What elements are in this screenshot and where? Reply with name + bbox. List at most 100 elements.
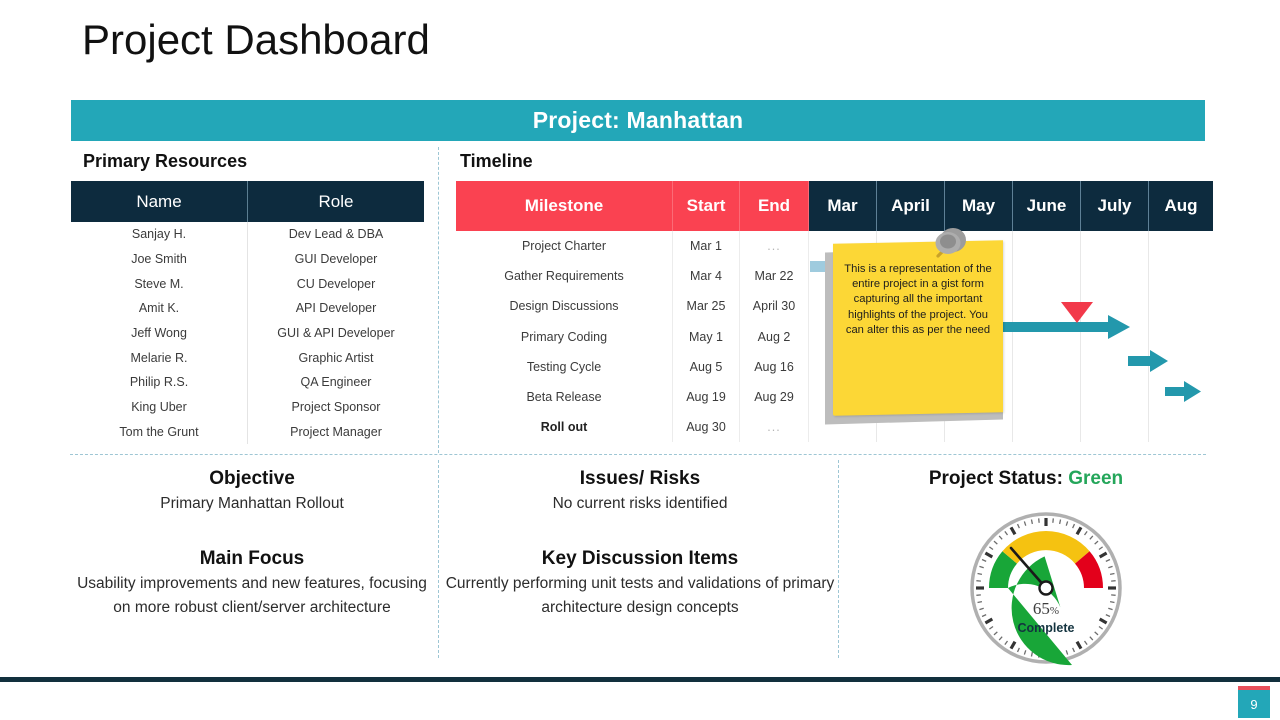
gantt-cell-aug	[1149, 261, 1214, 291]
resource-name-cell: Amit K.	[71, 296, 248, 321]
timeline-header-row: Milestone Start End Mar April May June J…	[456, 181, 1213, 231]
start-date-cell: Mar 4	[672, 261, 740, 292]
gantt-cell-aug	[1149, 231, 1214, 261]
project-banner: Project: Manhattan	[71, 100, 1205, 141]
resource-name-cell: Joe Smith	[71, 246, 248, 272]
end-date-cell: Mar 22	[739, 261, 809, 292]
primary-resources-heading: Primary Resources	[83, 151, 248, 171]
column-header-end[interactable]: End	[739, 181, 809, 231]
column-header-month-july[interactable]: July	[1080, 181, 1149, 231]
issues-panel: Issues/ Risks No current risks identifie…	[444, 466, 836, 620]
resource-role-cell: API Developer	[295, 301, 377, 316]
resource-name-cell: Tom the Grunt	[71, 419, 248, 445]
primary-resources-body: Sanjay H. Dev Lead & DBA Joe Smith GUI Deve…	[71, 222, 424, 445]
gantt-cell-july	[1080, 231, 1149, 262]
completion-gauge: 65% Complete	[963, 511, 1129, 666]
gauge-percent-value: 65%	[963, 599, 1129, 619]
resource-role-cell: Graphic Artist	[298, 350, 374, 365]
main-focus-title: Main Focus	[199, 548, 305, 569]
table-row: Steve M. CU Developer	[71, 271, 424, 297]
table-header-row: Name Role	[71, 181, 424, 222]
start-date-cell: Mar 25	[672, 291, 740, 322]
column-header-name[interactable]: Name	[71, 181, 248, 222]
objective-body: Primary Manhattan Rollout	[160, 495, 344, 512]
column-header-month-mar[interactable]: Mar	[808, 181, 877, 231]
divider-vertical-main	[438, 147, 439, 453]
gauge-dial-icon	[970, 512, 1122, 666]
milestone-cell: Roll out	[456, 412, 673, 443]
table-row: Melarie R. Graphic Artist	[71, 345, 424, 371]
end-date-cell: ...	[739, 412, 809, 443]
end-date-cell: ...	[739, 231, 809, 262]
end-date-cell: Aug 16	[739, 351, 809, 382]
end-date-cell: Aug 29	[739, 381, 809, 413]
table-row: Tom the Grunt Project Manager	[71, 419, 424, 445]
table-row: Sanjay H. Dev Lead & DBA	[71, 222, 424, 247]
gantt-cell-july	[1080, 261, 1149, 292]
resource-name-cell: Steve M.	[71, 271, 248, 297]
pushpin-icon	[935, 228, 966, 258]
table-row: Joe Smith GUI Developer	[71, 246, 424, 272]
key-discussion-body: Currently performing unit tests and vali…	[445, 575, 835, 616]
divider-horizontal	[70, 454, 1206, 455]
gantt-cell-aug	[1149, 291, 1214, 321]
gantt-cell-july	[1080, 412, 1149, 443]
gauge-percent-number: 65	[1032, 599, 1050, 618]
project-banner-label: Project: Manhattan	[532, 107, 744, 133]
milestone-cell: Primary Coding	[456, 321, 673, 352]
resource-name-cell: Jeff Wong	[71, 320, 248, 346]
timeline-heading: Timeline	[460, 151, 533, 171]
gantt-arrow-small	[1165, 381, 1201, 402]
resource-name-cell: King Uber	[71, 394, 248, 420]
project-status-title: Project Status: Green	[846, 466, 1206, 492]
column-header-start[interactable]: Start	[672, 181, 740, 231]
page-title: Project Dashboard	[82, 16, 430, 63]
resource-name-cell: Sanjay H.	[71, 222, 248, 247]
page-number-badge: 9	[1238, 686, 1270, 718]
column-header-month-aug[interactable]: Aug	[1148, 181, 1213, 231]
gantt-cell-june	[1012, 412, 1081, 443]
resource-role-cell: GUI & API Developer	[277, 326, 395, 341]
gauge-percent-sign: %	[1049, 605, 1060, 617]
table-row: Jeff Wong GUI & API Developer	[71, 320, 424, 346]
divider-vertical-bottom-left	[438, 460, 439, 658]
milestone-cell: Project Charter	[456, 231, 673, 262]
project-status-panel: Project Status: Green	[846, 466, 1206, 492]
table-row: Amit K. API Developer	[71, 296, 424, 321]
resource-role-cell: CU Developer	[296, 276, 376, 291]
objective-panel: Objective Primary Manhattan Rollout Main…	[72, 466, 432, 620]
column-header-month-april[interactable]: April	[876, 181, 945, 231]
milestone-cell: Design Discussions	[456, 291, 673, 322]
milestone-cell: Testing Cycle	[456, 351, 673, 382]
sticky-note-text: This is a representation of the entire p…	[844, 263, 992, 336]
resource-name-cell: Philip R.S.	[71, 370, 248, 395]
gantt-cell-june	[1012, 261, 1081, 292]
key-discussion-title: Key Discussion Items	[541, 548, 739, 569]
column-header-month-june[interactable]: June	[1012, 181, 1081, 231]
gantt-cell-july	[1080, 381, 1149, 413]
issues-body: No current risks identified	[552, 495, 728, 512]
milestone-marker-icon	[1061, 302, 1093, 323]
primary-resources-table: Name Role Sanjay H. Dev Lead & DBA Joe Smi…	[71, 181, 424, 445]
footer-rule	[0, 677, 1280, 682]
objective-title: Objective	[209, 468, 295, 489]
column-header-milestone[interactable]: Milestone	[456, 181, 673, 231]
resource-role-cell: Project Manager	[290, 424, 382, 439]
gantt-cell-aug	[1149, 412, 1214, 442]
gantt-cell-aug	[1149, 322, 1214, 352]
resource-role-cell: GUI Developer	[294, 252, 378, 267]
gantt-cell-june	[1012, 351, 1081, 382]
resource-name-cell: Melarie R.	[71, 345, 248, 371]
table-row: King Uber Project Sponsor	[71, 394, 424, 420]
gantt-cell-june	[1012, 381, 1081, 413]
column-header-role[interactable]: Role	[247, 181, 424, 222]
resource-role-cell: Dev Lead & DBA	[288, 227, 384, 242]
column-header-month-may[interactable]: May	[944, 181, 1013, 231]
gantt-arrow-mid	[1128, 350, 1168, 372]
start-date-cell: May 1	[672, 321, 740, 352]
sticky-note[interactable]: This is a representation of the entire p…	[820, 228, 1020, 425]
status-badge: Green	[1068, 468, 1124, 489]
project-status-label: Project Status:	[928, 468, 1063, 489]
